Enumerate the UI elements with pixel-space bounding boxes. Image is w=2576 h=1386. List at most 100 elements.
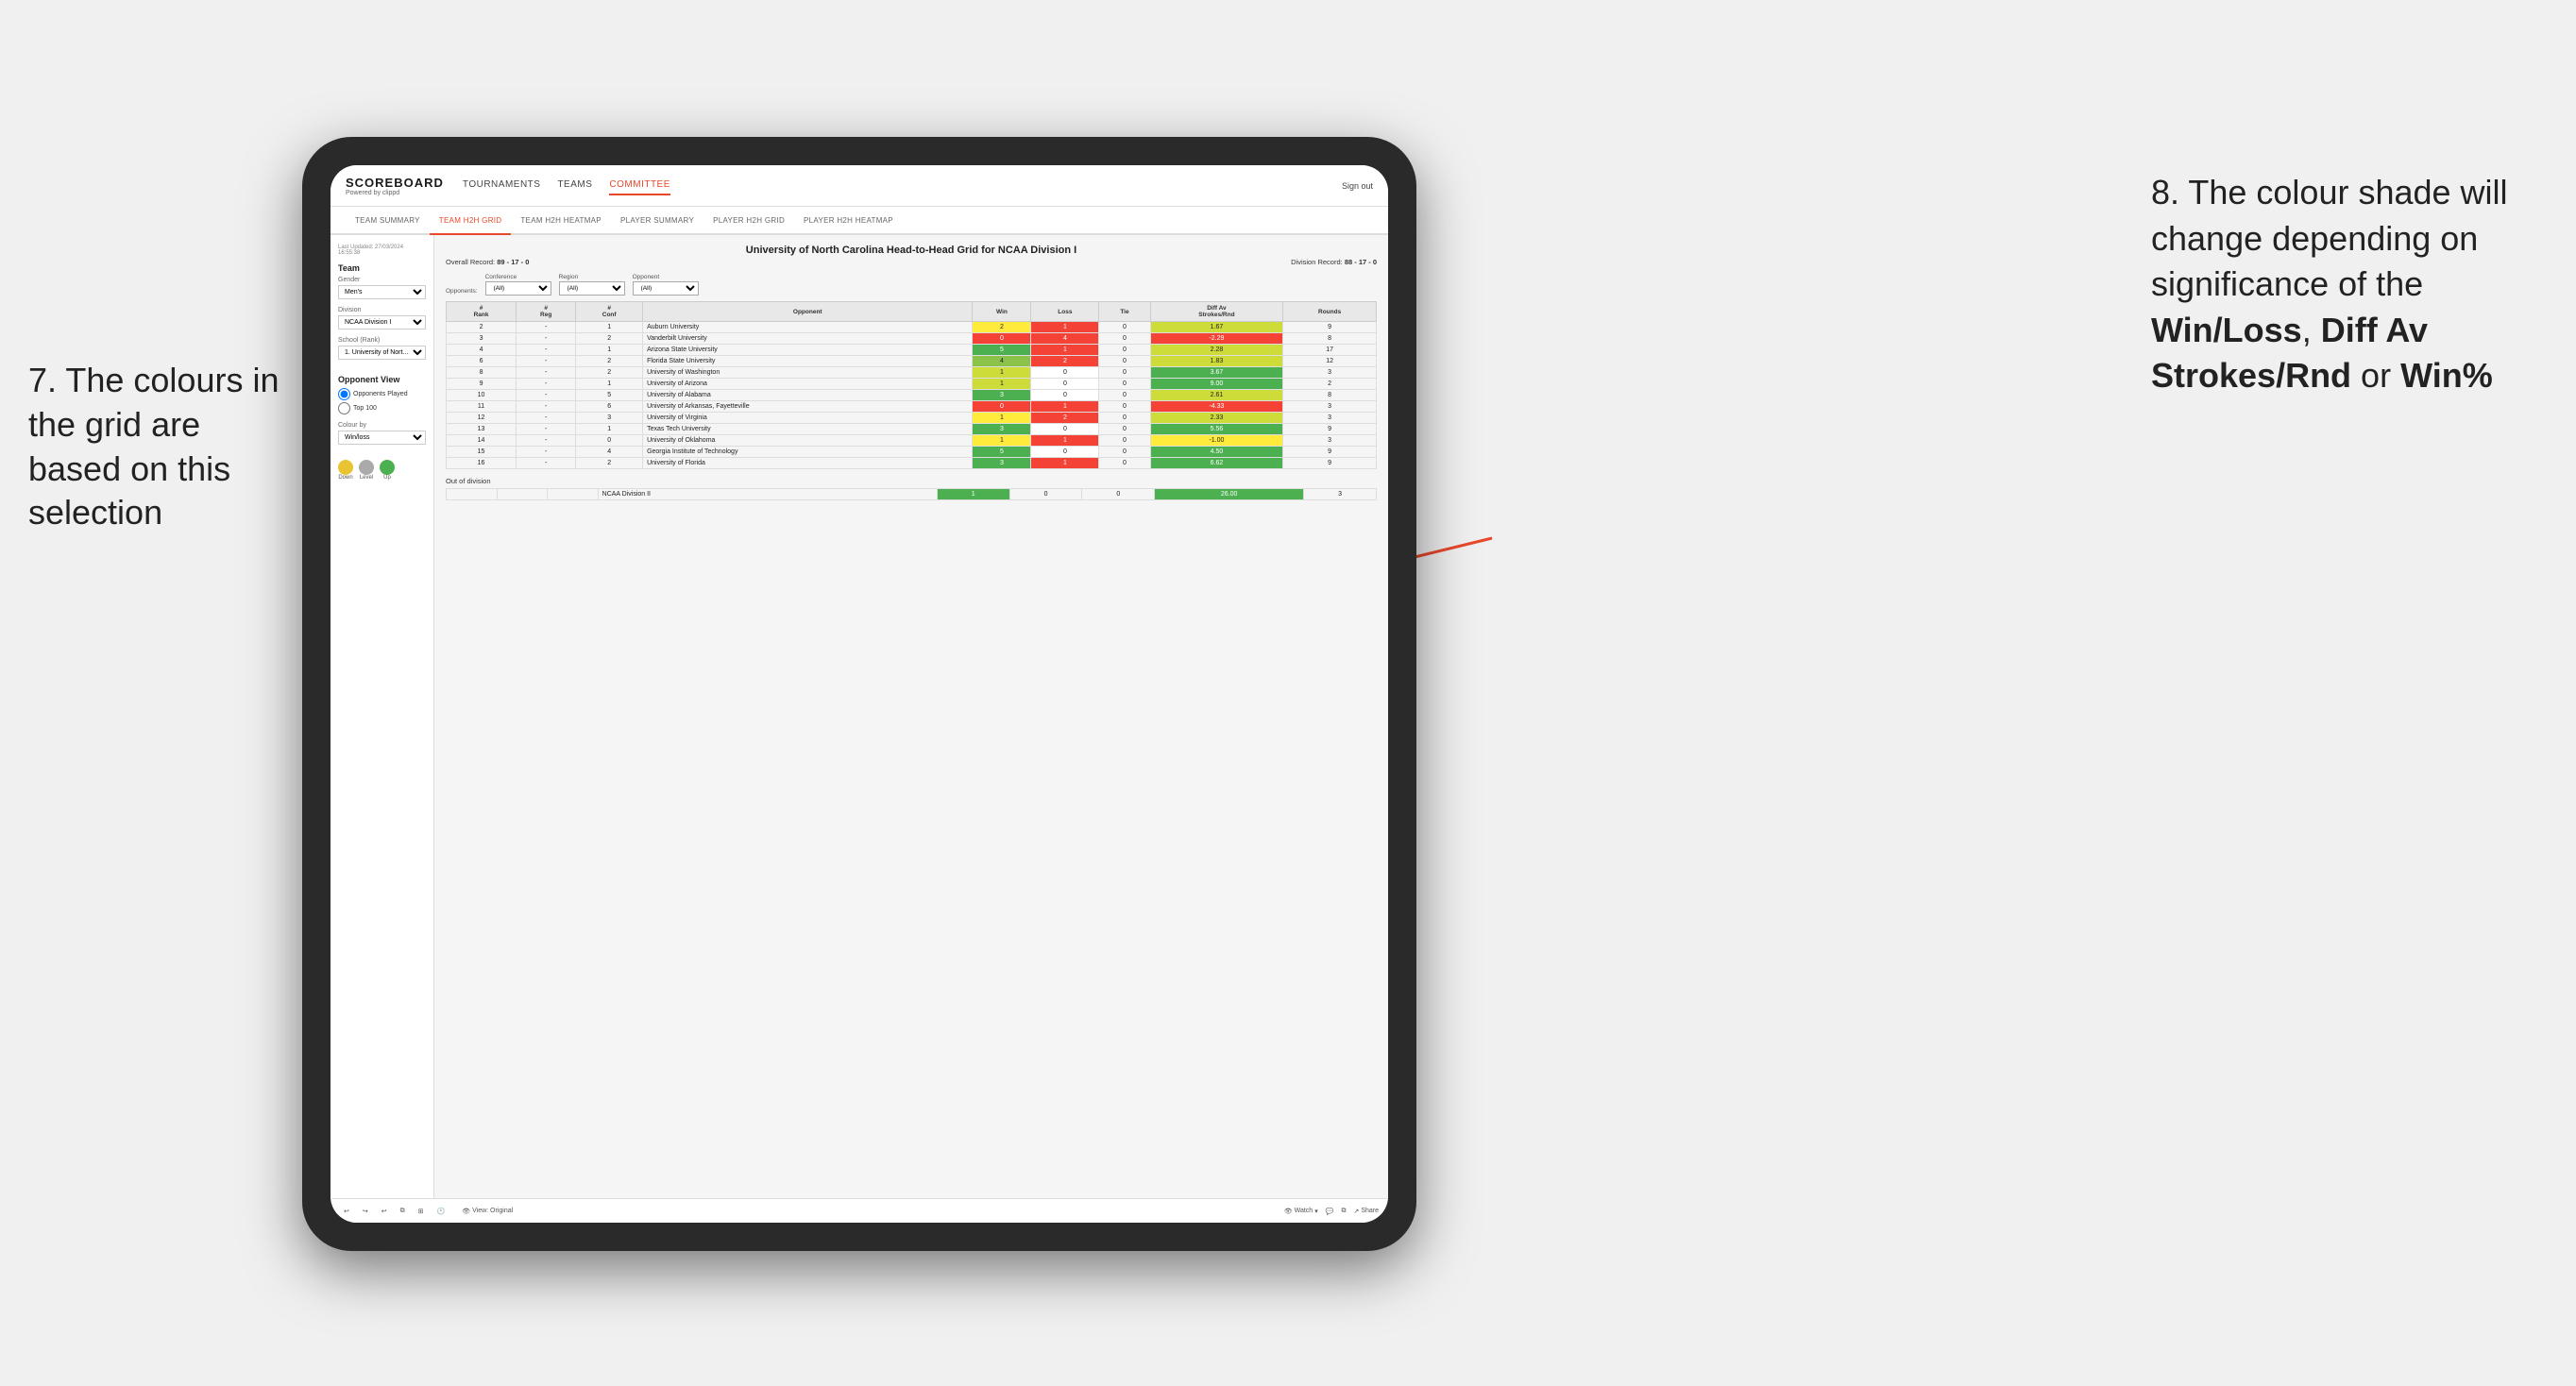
cell-rank: 10	[447, 390, 517, 401]
tab-player-h2h-heatmap[interactable]: PLAYER H2H HEATMAP	[794, 207, 903, 235]
cell-diff: 6.62	[1150, 458, 1283, 469]
conference-filter-group: Conference (All)	[485, 274, 551, 296]
colour-by-select[interactable]: Win/loss	[338, 431, 426, 445]
cell-tie: 0	[1099, 413, 1150, 424]
cell-opponent: University of Arkansas, Fayetteville	[643, 401, 973, 413]
view-label: View: Original	[472, 1208, 513, 1214]
cell-rounds: 3	[1283, 401, 1377, 413]
h2h-table: #Rank #Reg #Conf Opponent Win Loss Tie D…	[446, 301, 1377, 469]
cell-win: 5	[973, 447, 1031, 458]
present-button[interactable]: ⧉	[1341, 1208, 1346, 1215]
region-label: Region	[559, 274, 625, 280]
logo-sub: Powered by clippd	[346, 190, 444, 196]
nav-committee[interactable]: COMMITTEE	[609, 176, 670, 195]
table-row: 8 - 2 University of Washington 1 0 0 3.6…	[447, 367, 1377, 379]
toolbar-back[interactable]: ↩	[378, 1206, 391, 1217]
cell-tie: 0	[1099, 401, 1150, 413]
cell-win: 0	[973, 401, 1031, 413]
logo-text: SCOREBOARD	[346, 176, 444, 190]
col-diff: Diff AvStrokes/Rnd	[1150, 302, 1283, 322]
nav-teams[interactable]: TEAMS	[557, 176, 592, 195]
opponent-view-title: Opponent View	[338, 375, 426, 384]
filters-row: Opponents: Conference (All) Region (All)	[446, 274, 1377, 296]
tab-team-summary[interactable]: TEAM SUMMARY	[346, 207, 430, 235]
cell-opponent: Florida State University	[643, 356, 973, 367]
cell-win: 5	[973, 345, 1031, 356]
nav-tournaments[interactable]: TOURNAMENTS	[463, 176, 541, 195]
cell-conf: 1	[576, 424, 643, 435]
region-select[interactable]: (All)	[559, 281, 625, 296]
tab-team-h2h-grid[interactable]: TEAM H2H GRID	[430, 207, 512, 235]
cell-tie: 0	[1099, 435, 1150, 447]
cell-tie: 0	[1099, 379, 1150, 390]
cell-rank: 9	[447, 379, 517, 390]
tab-team-h2h-heatmap[interactable]: TEAM H2H HEATMAP	[511, 207, 611, 235]
toolbar-view[interactable]: 👁 View: Original	[462, 1208, 513, 1215]
cell-rounds: 3	[1283, 435, 1377, 447]
toolbar-copy[interactable]: ⧉	[397, 1206, 409, 1217]
cell-rounds: 9	[1283, 458, 1377, 469]
cell-loss: 0	[1009, 489, 1082, 500]
sign-out-link[interactable]: Sign out	[1342, 181, 1373, 191]
cell-win: 3	[973, 390, 1031, 401]
cell-rank: 6	[447, 356, 517, 367]
cell-win: 1	[973, 367, 1031, 379]
cell-tie: 0	[1099, 356, 1150, 367]
opponent-label: Opponent	[633, 274, 699, 280]
tab-player-h2h-grid[interactable]: PLAYER H2H GRID	[703, 207, 794, 235]
cell-conf: 4	[576, 447, 643, 458]
cell-diff: 1.67	[1150, 322, 1283, 333]
legend-down-dot	[338, 460, 353, 475]
share-button[interactable]: ↗ Share	[1353, 1208, 1379, 1215]
toolbar-grid[interactable]: ⊞	[415, 1206, 428, 1217]
cell-conf: 2	[576, 333, 643, 345]
toolbar-clock[interactable]: 🕐	[433, 1206, 449, 1217]
cell-win: 1	[937, 489, 1009, 500]
col-opponent: Opponent	[643, 302, 973, 322]
cell-tie: 0	[1099, 458, 1150, 469]
cell-diff: 9.00	[1150, 379, 1283, 390]
cell-opponent: Auburn University	[643, 322, 973, 333]
cell-conf: 3	[576, 413, 643, 424]
cell-rank: 15	[447, 447, 517, 458]
cell-reg: -	[517, 413, 576, 424]
cell-opponent: NCAA Division II	[598, 489, 937, 500]
conference-select[interactable]: (All)	[485, 281, 551, 296]
cell-opponent: University of Alabama	[643, 390, 973, 401]
toolbar-redo[interactable]: ↪	[359, 1206, 372, 1217]
grid-record: Overall Record: 89 - 17 - 0 Division Rec…	[446, 258, 1377, 266]
division-select[interactable]: NCAA Division I	[338, 315, 426, 330]
cell-tie: 0	[1099, 367, 1150, 379]
cell-rank: 12	[447, 413, 517, 424]
cell-rank	[447, 489, 498, 500]
cell-tie: 0	[1099, 333, 1150, 345]
cell-win: 1	[973, 413, 1031, 424]
watch-button[interactable]: 👁 Watch ▾	[1284, 1208, 1318, 1215]
region-filter-group: Region (All)	[559, 274, 625, 296]
gender-label: Gender	[338, 277, 426, 283]
opponent-filter-group: Opponent (All)	[633, 274, 699, 296]
annotation-sep1: ,	[2302, 311, 2321, 349]
tab-player-summary[interactable]: PLAYER SUMMARY	[611, 207, 703, 235]
radio-top100[interactable]: Top 100	[338, 402, 426, 414]
view-icon: 👁	[462, 1208, 470, 1215]
annotation-left: 7. The colours in the grid are based on …	[28, 359, 293, 535]
school-select[interactable]: 1. University of Nort...	[338, 346, 426, 360]
table-row: 15 - 4 Georgia Institute of Technology 5…	[447, 447, 1377, 458]
gender-select[interactable]: Men's	[338, 285, 426, 299]
legend-up-dot	[380, 460, 395, 475]
cell-loss: 1	[1031, 345, 1099, 356]
cell-diff: 26.00	[1155, 489, 1304, 500]
radio-opponents-played[interactable]: Opponents Played	[338, 388, 426, 400]
cell-loss: 2	[1031, 413, 1099, 424]
comment-button[interactable]: 💬	[1326, 1208, 1334, 1215]
cell-reg: -	[517, 458, 576, 469]
colour-by-label: Colour by	[338, 422, 426, 429]
cell-tie: 0	[1099, 447, 1150, 458]
cell-loss: 1	[1031, 435, 1099, 447]
cell-rounds: 9	[1283, 424, 1377, 435]
opponent-select[interactable]: (All)	[633, 281, 699, 296]
cell-loss: 1	[1031, 322, 1099, 333]
cell-rank: 16	[447, 458, 517, 469]
toolbar-undo[interactable]: ↩	[340, 1206, 353, 1217]
